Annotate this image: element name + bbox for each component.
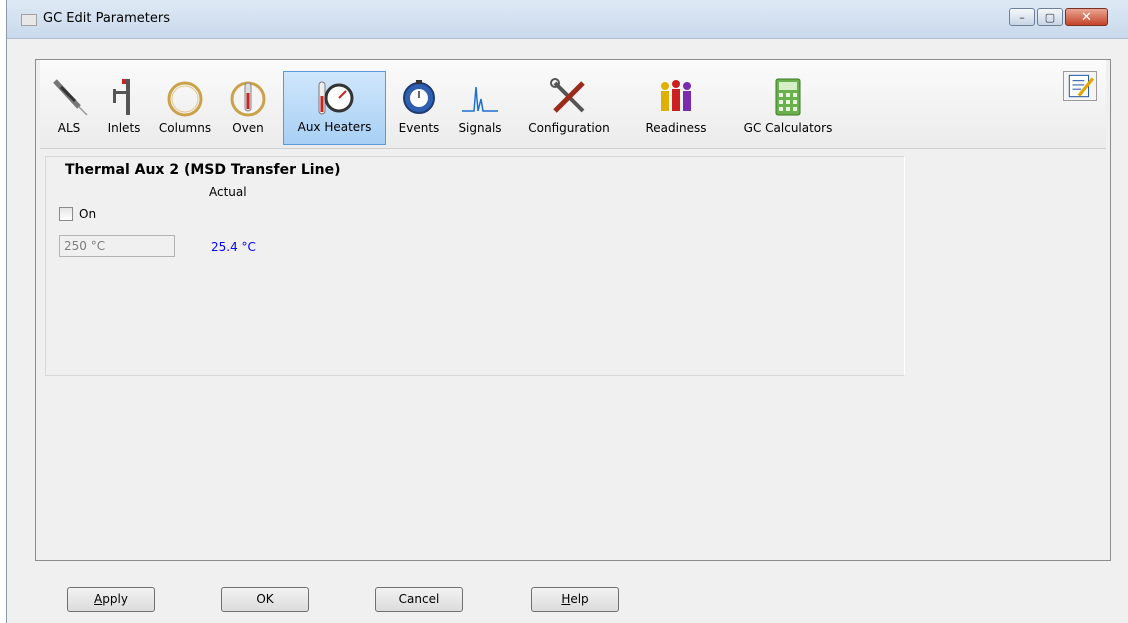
calculator-icon bbox=[775, 78, 801, 116]
tool-label: Inlets bbox=[107, 121, 141, 135]
tool-aux-heaters[interactable]: Aux Heaters bbox=[283, 71, 386, 145]
close-icon: ✕ bbox=[1081, 9, 1092, 25]
tool-oven[interactable]: Oven bbox=[224, 71, 272, 145]
apply-label-rest: pply bbox=[102, 592, 128, 606]
tool-columns[interactable]: Columns bbox=[153, 71, 217, 145]
gc-edit-parameters-window: GC Edit Parameters – ▢ ✕ ALS Inlets Colu… bbox=[6, 0, 1128, 623]
setpoint-field[interactable]: 250 °C bbox=[59, 235, 175, 257]
title-bar[interactable]: GC Edit Parameters – ▢ ✕ bbox=[7, 0, 1128, 39]
tool-inlets[interactable]: Inlets bbox=[102, 71, 146, 145]
minimize-button[interactable]: – bbox=[1009, 8, 1035, 26]
tools-icon bbox=[550, 78, 585, 113]
on-checkbox-label: On bbox=[79, 207, 97, 221]
oven-icon bbox=[230, 81, 266, 117]
parameters-frame: ALS Inlets Columns Oven Aux Heaters Even… bbox=[35, 59, 1111, 561]
syringe-icon bbox=[53, 79, 88, 116]
thermal-aux-panel: Thermal Aux 2 (MSD Transfer Line) Actual… bbox=[45, 156, 905, 376]
window-title: GC Edit Parameters bbox=[43, 11, 170, 26]
maximize-icon: ▢ bbox=[1044, 10, 1056, 24]
tool-readiness[interactable]: Readiness bbox=[635, 71, 717, 145]
window-app-icon bbox=[21, 14, 37, 26]
apply-button[interactable]: Apply bbox=[67, 587, 155, 612]
actual-temperature-value: 25.4 °C bbox=[211, 240, 256, 254]
tool-gc-calculators[interactable]: GC Calculators bbox=[723, 71, 853, 145]
tool-label: Oven bbox=[232, 121, 264, 135]
tool-configuration[interactable]: Configuration bbox=[514, 71, 624, 145]
tool-signals[interactable]: Signals bbox=[450, 71, 510, 145]
inlet-icon bbox=[113, 79, 130, 115]
tool-label: Readiness bbox=[645, 121, 707, 135]
tool-label: Configuration bbox=[528, 121, 610, 135]
signal-peak-icon bbox=[462, 86, 498, 112]
ok-button[interactable]: OK bbox=[221, 587, 309, 612]
help-button[interactable]: Help bbox=[531, 587, 619, 612]
column-coil-icon bbox=[167, 81, 203, 117]
close-button[interactable]: ✕ bbox=[1065, 8, 1108, 26]
edit-notes-button[interactable] bbox=[1063, 71, 1097, 101]
panel-title: Thermal Aux 2 (MSD Transfer Line) bbox=[65, 162, 341, 178]
category-toolbar: ALS Inlets Columns Oven Aux Heaters Even… bbox=[40, 60, 1106, 149]
maximize-button[interactable]: ▢ bbox=[1037, 8, 1063, 26]
tool-als[interactable]: ALS bbox=[46, 71, 92, 145]
edit-notes-icon bbox=[1068, 74, 1095, 98]
people-icon bbox=[661, 80, 691, 111]
tool-label: Events bbox=[398, 121, 440, 135]
tool-label: GC Calculators bbox=[743, 121, 833, 135]
tool-events[interactable]: Events bbox=[392, 71, 446, 145]
help-label-rest: elp bbox=[570, 592, 589, 606]
aux-heater-gauge-icon bbox=[318, 81, 353, 115]
tool-label: Signals bbox=[458, 121, 502, 135]
on-checkbox-row[interactable]: On bbox=[59, 207, 96, 221]
tool-label: Aux Heaters bbox=[297, 120, 372, 134]
tool-label: ALS bbox=[57, 121, 81, 135]
tool-label: Columns bbox=[158, 121, 212, 135]
minimize-icon: – bbox=[1019, 10, 1025, 24]
stopwatch-icon bbox=[403, 80, 435, 114]
on-checkbox[interactable] bbox=[59, 207, 73, 221]
actual-column-label: Actual bbox=[209, 185, 247, 199]
help-mnemonic: H bbox=[561, 592, 571, 606]
cancel-button[interactable]: Cancel bbox=[375, 587, 463, 612]
